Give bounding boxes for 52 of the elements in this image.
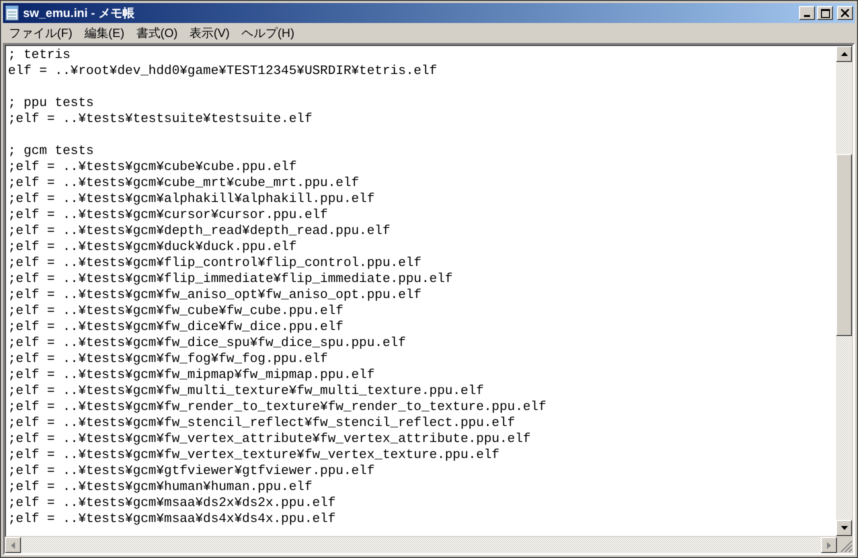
text-line: ;elf = ..¥tests¥gcm¥fw_mipmap¥fw_mipmap.ppu.elf — [8, 367, 376, 383]
text-line: ;elf = ..¥tests¥testsuite¥testsuite.elf — [8, 111, 314, 127]
menu-item[interactable]: ファイル(F) — [3, 24, 78, 42]
text-line: ;elf = ..¥tests¥gcm¥flip_control¥flip_control.ppu.elf — [8, 255, 422, 271]
menu-item[interactable]: 表示(V) — [184, 24, 236, 42]
text-line: ;elf = ..¥tests¥gcm¥fw_multi_texture¥fw_multi_texture.ppu.elf — [8, 383, 485, 399]
right-arrow-icon — [827, 542, 831, 548]
text-line: ;elf = ..¥tests¥gcm¥alphakill¥alphakill.ppu.elf — [8, 191, 376, 207]
maximize-button[interactable] — [817, 6, 833, 20]
text-line: ;elf = ..¥tests¥gcm¥msaa¥ds2x¥ds2x.ppu.elf — [8, 495, 337, 511]
maximize-icon — [820, 8, 830, 18]
left-arrow-icon — [11, 542, 15, 548]
text-line: ;elf = ..¥tests¥gcm¥fw_render_to_texture¥fw_render_to_texture.ppu.elf — [8, 399, 548, 415]
horizontal-scrollbar[interactable] — [5, 537, 837, 553]
text-line: ;elf = ..¥tests¥gcm¥fw_vertex_attribute¥fw_vertex_attribute.ppu.elf — [8, 431, 532, 447]
text-line: ; tetris — [8, 47, 72, 63]
notepad-icon — [5, 5, 19, 21]
scroll-thumb[interactable] — [836, 154, 852, 336]
text-line: ;elf = ..¥tests¥gcm¥cube¥cube.ppu.elf — [8, 159, 298, 175]
menu-item[interactable]: 編集(E) — [78, 24, 130, 42]
text-line: ;elf = ..¥tests¥gcm¥fw_fog¥fw_fog.ppu.elf — [8, 351, 329, 367]
minimize-button[interactable] — [799, 6, 815, 20]
text-line: ;elf = ..¥tests¥gcm¥fw_dice_spu¥fw_dice_spu.ppu.elf — [8, 335, 407, 351]
up-arrow-icon — [840, 52, 848, 56]
text-line: ;elf = ..¥tests¥gcm¥fw_dice¥fw_dice.ppu.elf — [8, 319, 344, 335]
text-line: ;elf = ..¥tests¥gcm¥human¥human.ppu.elf — [8, 479, 314, 495]
text-line: ; gcm tests — [8, 143, 95, 159]
menu-item[interactable]: 書式(O) — [130, 24, 184, 42]
scroll-right-button[interactable] — [821, 537, 837, 553]
text-line: ;elf = ..¥tests¥gcm¥gtfviewer¥gtfviewer.ppu.elf — [8, 463, 376, 479]
text-line: ;elf = ..¥tests¥gcm¥depth_read¥depth_read.ppu.elf — [8, 223, 392, 239]
text-line: ;elf = ..¥tests¥gcm¥fw_stencil_reflect¥fw_stencil_reflect.ppu.elf — [8, 415, 516, 431]
text-line: ;elf = ..¥tests¥gcm¥fw_vertex_texture¥fw_vertex_texture.ppu.elf — [8, 447, 500, 463]
text-line: ; ppu tests — [8, 95, 95, 111]
text-line: ;elf = ..¥tests¥gcm¥duck¥duck.ppu.elf — [8, 239, 298, 255]
text-line: ;elf = ..¥tests¥gcm¥fw_cube¥fw_cube.ppu.elf — [8, 303, 344, 319]
scroll-left-button[interactable] — [5, 537, 21, 553]
text-line: ;elf = ..¥tests¥gcm¥cube_mrt¥cube_mrt.ppu.elf — [8, 175, 360, 191]
scroll-up-button[interactable] — [836, 46, 852, 62]
text-line: ;elf = ..¥tests¥gcm¥fw_aniso_opt¥fw_aniso_opt.ppu.elf — [8, 287, 422, 303]
text-area[interactable] — [6, 46, 836, 536]
vertical-scrollbar[interactable] — [836, 46, 852, 536]
scroll-down-button[interactable] — [836, 520, 852, 536]
close-button[interactable] — [837, 6, 853, 20]
close-icon — [841, 9, 849, 17]
down-arrow-icon — [840, 526, 848, 530]
menu-item[interactable]: ヘルプ(H) — [236, 24, 300, 42]
text-line: ;elf = ..¥tests¥gcm¥cursor¥cursor.ppu.elf — [8, 207, 329, 223]
text-line: ;elf = ..¥tests¥gcm¥msaa¥ds4x¥ds4x.ppu.elf — [8, 511, 337, 527]
window-title: sw_emu.ini - メモ帳 — [23, 5, 136, 22]
text-line: ;elf = ..¥tests¥gcm¥flip_immediate¥flip_immediate.ppu.elf — [8, 271, 454, 287]
text-line: elf = ..¥root¥dev_hdd0¥game¥TEST12345¥USRDIR¥tetris.elf — [8, 63, 438, 79]
